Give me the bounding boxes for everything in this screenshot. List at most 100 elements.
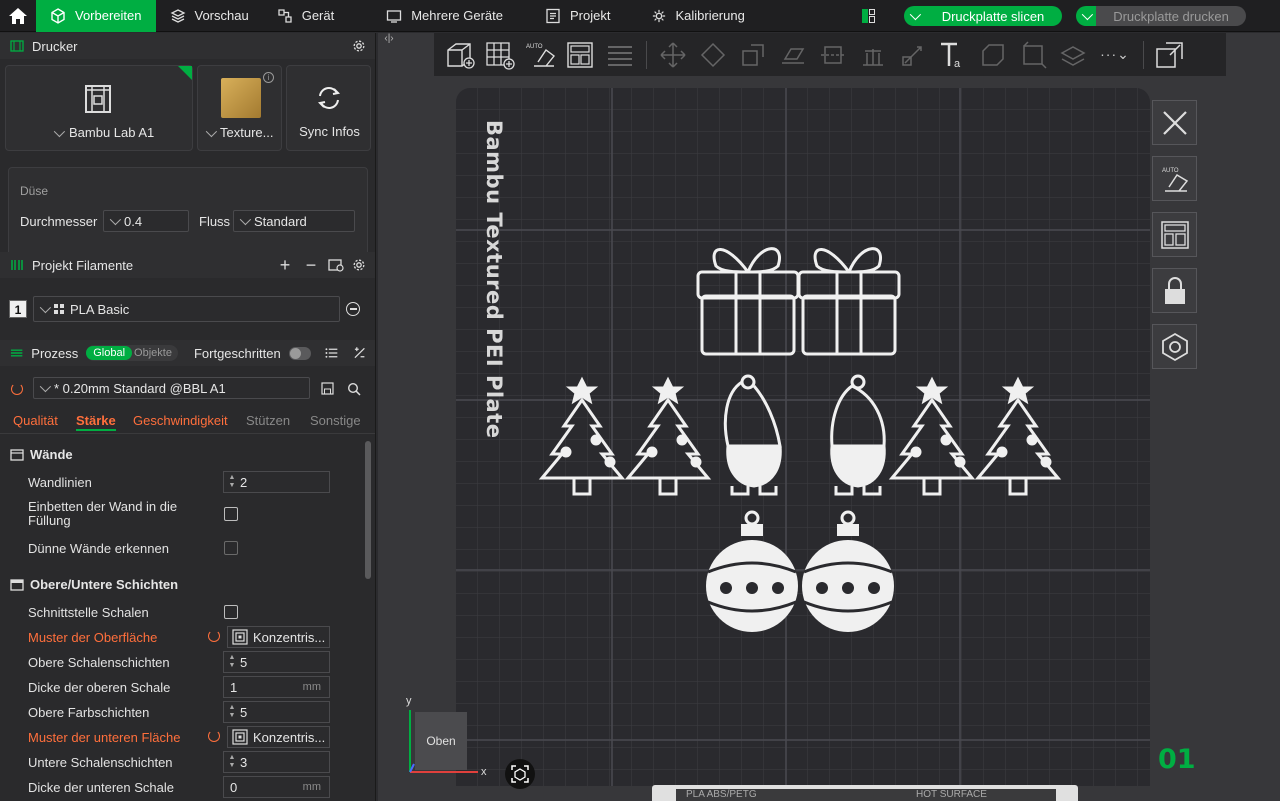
cut-tool[interactable] [815,37,851,73]
setting-row: Obere Farbschichten ▲ ▼ 5 [0,700,366,725]
print-plate-button[interactable]: Druckplatte drucken [1096,6,1246,26]
rotate-tool[interactable] [695,37,731,73]
setting-row: Schnittstelle Schalen [0,600,366,625]
thin-walls-checkbox[interactable] [224,541,238,555]
flow-select[interactable]: Standard [233,210,355,232]
top-pattern-select[interactable]: Konzentris... [227,626,330,648]
seam-tool[interactable] [895,37,931,73]
print-dropdown-button[interactable] [1076,6,1096,26]
tab-prepare[interactable]: Vorbereiten [36,0,156,32]
tab-project[interactable]: Projekt [517,0,624,32]
tab-multi-device[interactable]: Mehrere Geräte [348,0,517,32]
toggle-objects[interactable]: Objekte [132,347,178,359]
add-object-tool[interactable] [442,37,478,73]
scale-tool[interactable] [735,37,771,73]
compare-icon[interactable] [353,346,366,360]
tab-quality[interactable]: Qualität [13,413,58,428]
tab-preview[interactable]: Vorschau [156,0,263,32]
toggle-global[interactable]: Global [86,346,133,360]
move-tool[interactable] [655,37,691,73]
settings-scrollbar[interactable] [365,441,371,579]
bottom-pattern-select[interactable]: Konzentris... [227,726,330,748]
assembly-tool[interactable] [1055,37,1091,73]
interface-shells-checkbox[interactable] [224,605,238,619]
collapse-panel-icon[interactable]: ‹|› [378,33,400,47]
tree-model[interactable] [888,376,976,496]
save-icon[interactable] [321,382,334,395]
measure-tool[interactable] [1015,37,1051,73]
gnome-model[interactable] [830,374,886,496]
gnome-model[interactable] [723,374,782,496]
lay-on-face-tool[interactable] [775,37,811,73]
tab-others[interactable]: Sonstige [310,413,361,428]
filament-select[interactable]: PLA Basic [33,296,340,322]
tree-model[interactable] [538,376,626,496]
reset-icon[interactable] [208,630,220,642]
info-icon[interactable]: i [263,72,274,83]
split-icon [1156,41,1183,68]
advanced-switch[interactable] [288,346,312,360]
embed-wall-checkbox[interactable] [224,507,238,521]
gear-icon[interactable] [352,39,366,53]
plate-settings-button[interactable] [1152,324,1197,369]
printer-card[interactable]: Bambu Lab A1 [5,65,193,151]
preset-select[interactable]: * 0.20mm Standard @BBL A1 [33,377,310,399]
tab-strength[interactable]: Stärke [76,413,116,431]
filament-remove-icon[interactable] [346,302,360,316]
arrange-tool[interactable] [562,37,598,73]
plate-list-tool[interactable] [602,37,638,73]
filament-icon [11,260,23,270]
global-objects-toggle[interactable]: Global Objekte [86,345,178,361]
plate-arrange-button[interactable] [1152,212,1197,257]
top-thickness-input[interactable]: 1 mm [223,676,330,698]
filament-sync-icon[interactable] [328,258,344,272]
sync-info-button[interactable]: Sync Infos [286,65,371,151]
gear-icon[interactable] [352,258,366,272]
tab-calibration[interactable]: Kalibrierung [624,0,758,32]
diameter-select[interactable]: 0.4 [103,210,189,232]
add-plate-tool[interactable] [482,37,518,73]
split-tool[interactable] [1152,37,1188,73]
paint-support-tool[interactable] [855,37,891,73]
sync-icon [317,87,341,109]
gift-model[interactable] [797,247,901,356]
bottom-thickness-input[interactable]: 0 mm [223,776,330,798]
plate-type-card[interactable]: i Texture... [197,65,282,151]
slice-dropdown-button[interactable] [904,6,924,26]
plate-auto-orient-button[interactable]: AUTO [1152,156,1197,201]
top-shell-layers-input[interactable]: ▲ ▼ 5 [223,651,330,673]
interface-shells-label: Schnittstelle Schalen [28,605,149,620]
layout-icon[interactable] [862,9,876,23]
bottom-shell-layers-input[interactable]: ▲ ▼ 3 [223,751,330,773]
close-button[interactable] [1152,100,1197,145]
list-icon[interactable] [325,347,338,359]
more-tools-button[interactable]: ···⌄ [1095,37,1135,73]
tab-speed[interactable]: Geschwindigkeit [133,413,228,428]
add-icon[interactable]: + [276,255,294,276]
svg-text:a: a [954,58,961,70]
ornament-model[interactable] [802,510,894,632]
tree-model[interactable] [624,376,712,496]
search-icon[interactable] [347,382,361,396]
auto-orient-tool[interactable]: AUTO [522,37,558,73]
printer-icon [10,40,24,52]
mesh-boolean-tool[interactable] [975,37,1011,73]
wall-lines-input[interactable]: ▲ ▼ 2 [223,471,330,493]
tab-device[interactable]: Gerät [263,0,349,32]
top-color-layers-input[interactable]: ▲ ▼ 5 [223,701,330,723]
fit-view-button[interactable] [505,759,535,789]
tab-supports[interactable]: Stützen [246,413,290,428]
gift-model[interactable] [696,247,800,356]
remove-icon[interactable]: − [302,255,320,276]
text-icon: a [941,42,961,70]
wall-lines-label: Wandlinien [28,475,92,490]
reset-icon[interactable] [208,730,220,742]
text-tool[interactable]: a [935,37,971,73]
preset-reset-icon[interactable] [11,383,23,395]
home-button[interactable] [0,0,36,32]
plate-lock-button[interactable] [1152,268,1197,313]
tree-model[interactable] [974,376,1062,496]
slice-plate-button[interactable]: Druckplatte slicen [924,6,1062,26]
view-cube[interactable]: Oben [415,712,467,770]
ornament-model[interactable] [706,510,798,632]
